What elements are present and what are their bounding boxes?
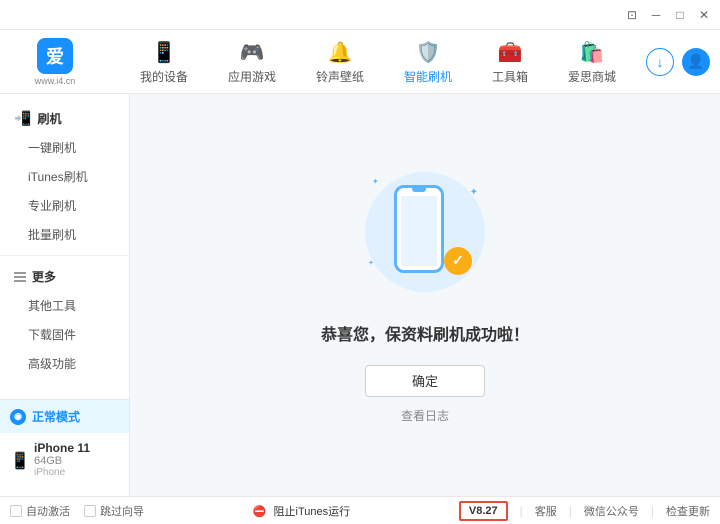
auto-activate-checkbox-box[interactable] [10, 505, 22, 517]
stop-icon: ⛔ [253, 506, 267, 518]
nav-smart-flash-label: 智能刷机 [404, 68, 452, 85]
sidebar-item-download-firmware[interactable]: 下载固件 [0, 320, 129, 349]
itunes-flash-label: iTunes刷机 [28, 170, 88, 184]
window-controls[interactable]: ⊡ ─ □ ✕ [624, 7, 712, 23]
device-phone-icon: 📱 [10, 451, 28, 469]
nav-apps-games-label: 应用游戏 [228, 68, 276, 85]
logo[interactable]: 爱 www.i4.cn [10, 38, 100, 86]
bottom-left: 自动激活 跳过向导 [10, 503, 144, 519]
maximize-icon[interactable]: □ [672, 7, 688, 23]
close-icon[interactable]: ✕ [696, 7, 712, 23]
device-details: iPhone 11 64GB iPhone [34, 441, 90, 478]
download-firmware-label: 下载固件 [28, 328, 76, 342]
mode-icon: ◉ [10, 409, 26, 425]
version-badge: V8.27 [459, 501, 508, 521]
smart-flash-icon: 🛡️ [414, 38, 442, 66]
wechat-link[interactable]: 微信公众号 [584, 503, 639, 519]
check-badge: ✓ [444, 247, 472, 275]
pro-flash-label: 专业刷机 [28, 199, 76, 213]
other-tools-label: 其他工具 [28, 299, 76, 313]
minimize-icon[interactable]: ─ [648, 7, 664, 23]
header-right: ↓ 👤 [646, 48, 710, 76]
sidebar-item-itunes-flash[interactable]: iTunes刷机 [0, 162, 129, 191]
logo-url: www.i4.cn [35, 76, 76, 86]
nav-bar: 📱 我的设备 🎮 应用游戏 🔔 铃声壁纸 🛡️ 智能刷机 🧰 工具箱 🛍️ 爱思… [110, 32, 646, 91]
itunes-warning: ⛔ 阻止iTunes运行 [253, 506, 350, 518]
sparkle-2: ✦ [372, 177, 379, 186]
nav-my-device[interactable]: 📱 我的设备 [120, 32, 208, 91]
nav-ringtone[interactable]: 🔔 铃声壁纸 [296, 32, 384, 91]
sparkle-3: ✦ [368, 259, 374, 267]
bottom-center: ⛔ 阻止iTunes运行 [144, 503, 459, 519]
main-layout: 📲 刷机 一键刷机 iTunes刷机 专业刷机 批量刷机 更多 其他工具 下载固… [0, 94, 720, 496]
view-log-link[interactable]: 查看日志 [401, 407, 449, 424]
sidebar-footer: ◉ 正常模式 📱 iPhone 11 64GB iPhone [0, 399, 129, 486]
success-message: 恭喜您，保资料刷机成功啦！ [321, 321, 529, 345]
phone-shape [394, 185, 444, 273]
title-bar: ⊡ ─ □ ✕ [0, 0, 720, 30]
restore-icon[interactable]: ⊡ [624, 7, 640, 23]
sidebar-flash-section: 📲 刷机 [0, 104, 129, 133]
sidebar-item-batch-flash[interactable]: 批量刷机 [0, 220, 129, 249]
sparkle-1: ✦ [470, 187, 478, 198]
nav-my-device-label: 我的设备 [140, 68, 188, 85]
logo-icon: 爱 [37, 38, 73, 74]
nav-store-label: 爱思商城 [568, 68, 616, 85]
phone-screen [401, 196, 436, 266]
device-info: 📱 iPhone 11 64GB iPhone [0, 433, 129, 486]
sidebar-more-label: 更多 [32, 268, 56, 285]
device-mode-label: 正常模式 [32, 408, 80, 425]
nav-store[interactable]: 🛍️ 爱思商城 [548, 32, 636, 91]
nav-smart-flash[interactable]: 🛡️ 智能刷机 [384, 32, 472, 91]
more-lines-icon [14, 272, 26, 282]
batch-flash-label: 批量刷机 [28, 228, 76, 242]
check-update-link[interactable]: 检查更新 [666, 503, 710, 519]
phone-icon: 📲 [14, 110, 31, 127]
device-name: iPhone 11 [34, 441, 90, 455]
confirm-button[interactable]: 确定 [365, 365, 485, 397]
user-button[interactable]: 👤 [682, 48, 710, 76]
bottom-right: V8.27 | 客服 | 微信公众号 | 检查更新 [459, 501, 710, 521]
nav-tools-label: 工具箱 [492, 68, 528, 85]
skip-guide-label: 跳过向导 [100, 503, 144, 519]
tools-icon: 🧰 [496, 38, 524, 66]
device-mode-indicator: ◉ 正常模式 [0, 400, 129, 433]
support-link[interactable]: 客服 [535, 503, 557, 519]
one-click-label: 一键刷机 [28, 141, 76, 155]
skip-guide-checkbox[interactable]: 跳过向导 [84, 503, 144, 519]
sidebar: 📲 刷机 一键刷机 iTunes刷机 专业刷机 批量刷机 更多 其他工具 下载固… [0, 94, 130, 496]
store-icon: 🛍️ [578, 38, 606, 66]
phone-notch [412, 188, 426, 192]
sidebar-item-one-click[interactable]: 一键刷机 [0, 133, 129, 162]
header: 爱 www.i4.cn 📱 我的设备 🎮 应用游戏 🔔 铃声壁纸 🛡️ 智能刷机… [0, 30, 720, 94]
itunes-warning-label: 阻止iTunes运行 [274, 506, 351, 518]
ringtone-icon: 🔔 [326, 38, 354, 66]
auto-activate-checkbox[interactable]: 自动激活 [10, 503, 70, 519]
sidebar-item-advanced[interactable]: 高级功能 [0, 349, 129, 378]
my-device-icon: 📱 [150, 38, 178, 66]
sidebar-divider [0, 255, 129, 256]
success-illustration: ✓ ✦ ✦ ✦ [360, 167, 490, 297]
apps-games-icon: 🎮 [238, 38, 266, 66]
skip-guide-checkbox-box[interactable] [84, 505, 96, 517]
content-area: ✓ ✦ ✦ ✦ 恭喜您，保资料刷机成功啦！ 确定 查看日志 [130, 94, 720, 496]
sidebar-item-other-tools[interactable]: 其他工具 [0, 291, 129, 320]
device-type: iPhone [34, 467, 90, 478]
sidebar-more-section: 更多 [0, 262, 129, 291]
auto-activate-label: 自动激活 [26, 503, 70, 519]
download-button[interactable]: ↓ [646, 48, 674, 76]
bottom-bar: 自动激活 跳过向导 ⛔ 阻止iTunes运行 V8.27 | 客服 | 微信公众… [0, 496, 720, 524]
nav-apps-games[interactable]: 🎮 应用游戏 [208, 32, 296, 91]
advanced-label: 高级功能 [28, 357, 76, 371]
device-capacity: 64GB [34, 455, 90, 467]
nav-ringtone-label: 铃声壁纸 [316, 68, 364, 85]
nav-tools[interactable]: 🧰 工具箱 [472, 32, 548, 91]
sidebar-item-pro-flash[interactable]: 专业刷机 [0, 191, 129, 220]
sidebar-flash-label: 刷机 [37, 110, 61, 127]
